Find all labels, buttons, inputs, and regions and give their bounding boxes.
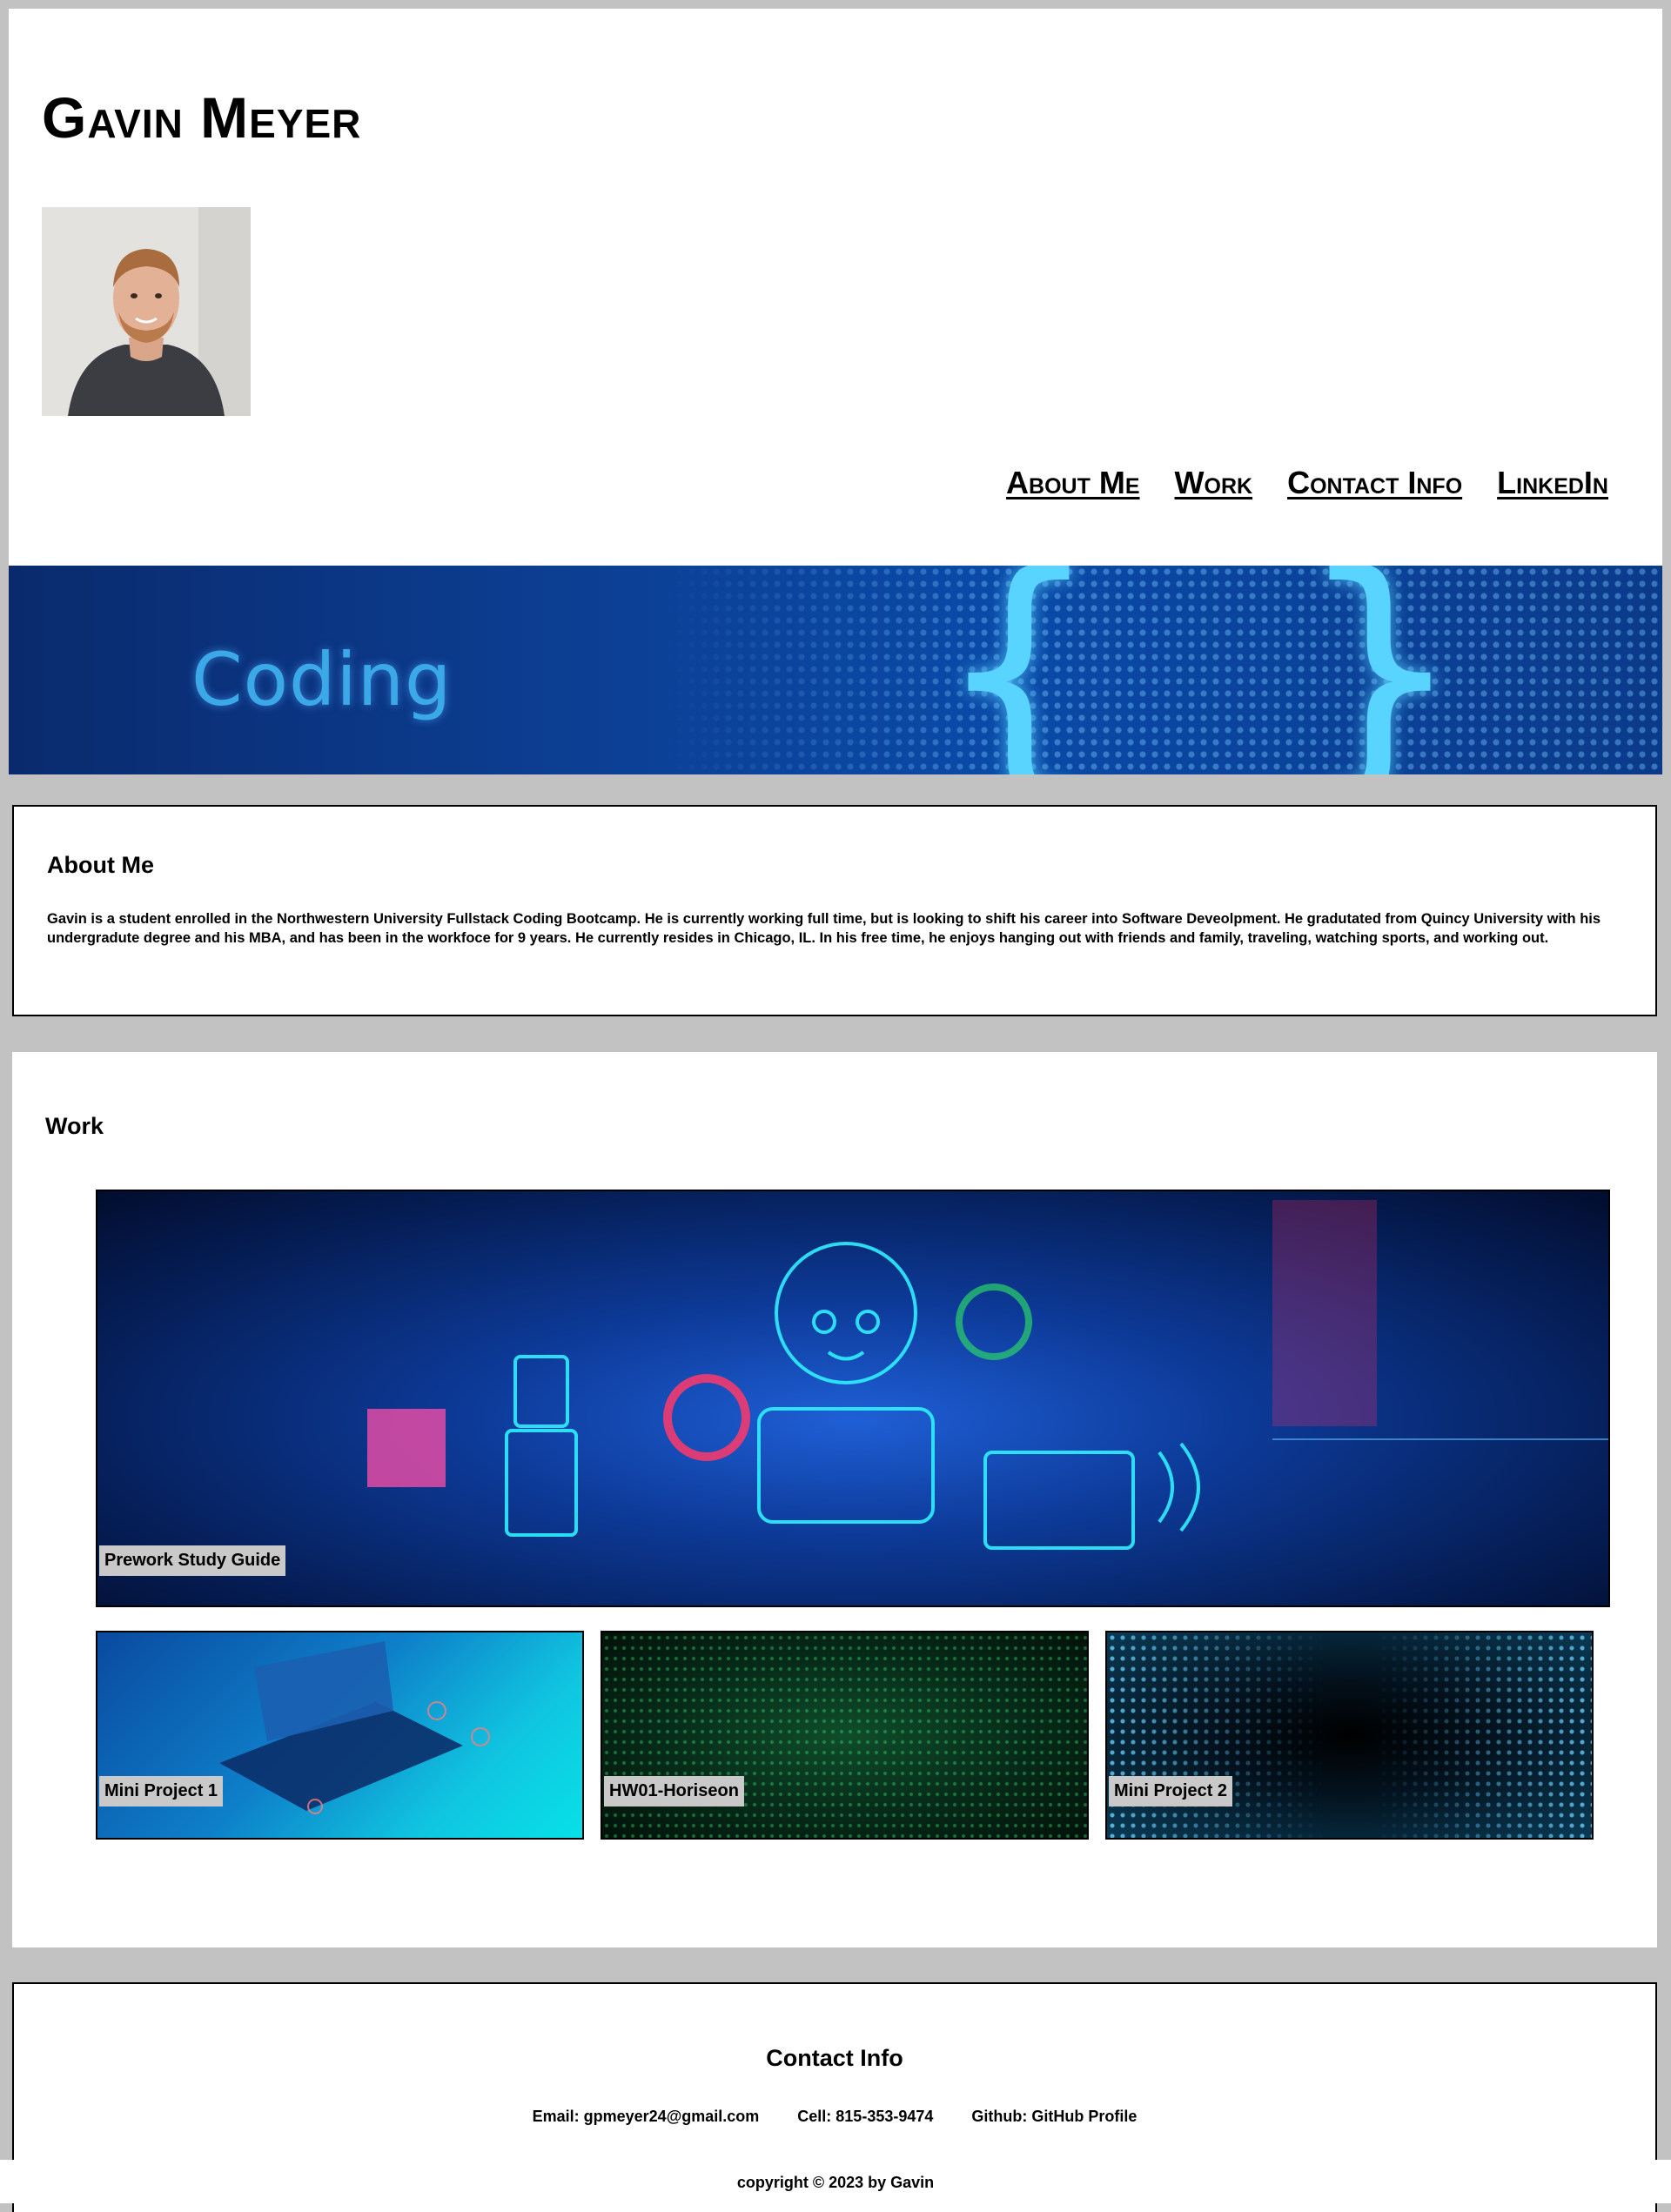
coding-banner: Coding { } [9, 566, 1662, 774]
binary-pattern [602, 1632, 1087, 1838]
about-text: Gavin is a student enrolled in the North… [47, 911, 1601, 946]
project-tile-hw01-horiseon[interactable]: HW01-Horiseon [601, 1631, 1089, 1840]
about-section: About Me Gavin is a student enrolled in … [12, 805, 1657, 1016]
github-link[interactable]: Github: GitHub Profile [971, 2108, 1137, 2126]
banner-dot-pattern [661, 566, 1662, 774]
cell-link[interactable]: Cell: 815-353-9474 [797, 2108, 933, 2126]
nav-link-contact-info[interactable]: Contact Info [1287, 465, 1462, 501]
close-brace-icon: } [1297, 566, 1463, 774]
project-label: Prework Study Guide [99, 1545, 286, 1576]
copyright-text: copyright © 2023 by Gavin [736, 2174, 935, 2191]
contact-heading: Contact Info [766, 2045, 903, 2071]
project-label: Mini Project 2 [1109, 1776, 1233, 1806]
project-tile-mini-project-1[interactable]: Mini Project 1 [96, 1631, 584, 1840]
work-heading: Work [45, 1113, 104, 1139]
site-header: Gavin Meyer About Me Work Contact Info L… [9, 9, 1662, 566]
site-title: Gavin Meyer [42, 85, 362, 150]
nav-link-about-me[interactable]: About Me [1006, 465, 1140, 501]
page: Gavin Meyer About Me Work Contact Info L… [9, 9, 1662, 2212]
project-tile-mini-project-2[interactable]: Mini Project 2 [1105, 1631, 1594, 1840]
main-nav: About Me Work Contact Info LinkedIn [1006, 465, 1608, 501]
laptop-illustration [219, 1641, 490, 1814]
work-section: Work Prework Study Guide Mini Project 1 … [12, 1052, 1657, 1947]
prework-illustration [367, 1200, 1608, 1550]
open-brace-icon: { [936, 566, 1102, 774]
email-link[interactable]: Email: gpmeyer24@gmail.com [533, 2108, 760, 2126]
nav-link-work[interactable]: Work [1175, 465, 1253, 501]
project-tile-prework[interactable]: Prework Study Guide [96, 1190, 1610, 1607]
contact-details: Email: gpmeyer24@gmail.com Cell: 815-353… [14, 2108, 1655, 2126]
project-label: Mini Project 1 [99, 1776, 224, 1806]
nav-link-linkedin[interactable]: LinkedIn [1497, 465, 1608, 501]
banner-word: Coding [191, 637, 453, 722]
about-heading: About Me [47, 852, 154, 878]
data-tunnel-pattern [1107, 1632, 1592, 1838]
portrait-illustration [42, 207, 251, 416]
project-label: HW01-Horiseon [604, 1776, 744, 1806]
site-footer: copyright © 2023 by Gavin [0, 2160, 1671, 2203]
portrait-image [42, 207, 251, 416]
